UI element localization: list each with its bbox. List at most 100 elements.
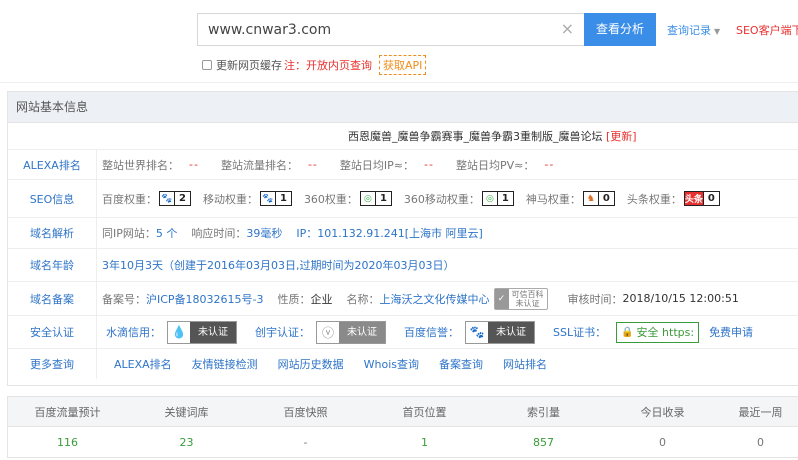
more-link-rank[interactable]: 网站排名	[503, 356, 547, 372]
security-content: 水滴信用： 💧 未认证 创宇认证： ⓥ 未认证 百度信誉： 🐾 未认证 SSL证书： …	[96, 320, 753, 344]
alexa-label[interactable]: ALEXA排名	[8, 157, 96, 173]
stats-header-cell: 今日收录	[640, 405, 685, 419]
so360-mobile-weight-badge[interactable]: ◎ 1	[481, 191, 514, 206]
more-label[interactable]: 更多查询	[8, 356, 96, 372]
so360-weight-badge[interactable]: ◎ 1	[359, 191, 392, 206]
cache-row: 更新网页缓存 注：开放内页查询 获取API	[202, 55, 427, 75]
stats-header-cell: 最近一周	[738, 405, 783, 419]
alexa-traffic-label: 整站流量排名：	[220, 158, 298, 172]
get-api-button[interactable]: 获取API	[379, 55, 427, 75]
seo-label[interactable]: SEO信息	[8, 191, 96, 207]
same-ip-label: 同IP网站：	[102, 227, 156, 240]
security-row: 安全认证 水滴信用： 💧 未认证 创宇认证： ⓥ 未认证 百度信誉： 🐾 未认证 SS…	[8, 316, 798, 349]
response-time-label: 响应时间：	[191, 227, 247, 240]
more-link-history[interactable]: 网站历史数据	[278, 356, 344, 372]
shenma-icon: ♞	[586, 193, 595, 204]
stats-value-cell[interactable]: 1	[365, 436, 484, 449]
search-box: ×	[197, 13, 584, 46]
more-link-alexa[interactable]: ALEXA排名	[114, 356, 172, 372]
update-cache-checkbox[interactable]	[202, 60, 212, 70]
water-drop-icon: 💧	[168, 321, 190, 343]
shuidi-badge[interactable]: 💧 未认证	[167, 320, 237, 344]
mobile-weight-label: 移动权重：	[202, 192, 258, 206]
domain-row: 域名解析 同IP网站： 5 个 响应时间： 39毫秒 IP：101.132.91…	[8, 218, 798, 249]
same-ip-value[interactable]: 5 个	[156, 225, 178, 241]
shield-v-icon: ⓥ	[317, 321, 339, 343]
row-separator	[96, 249, 97, 281]
so360-mobile-weight-label: 360移动权重：	[403, 192, 480, 206]
ssl-badge-text: 安全 https:	[636, 326, 695, 339]
update-link[interactable]: [更新]	[606, 130, 637, 143]
shenma-weight-badge[interactable]: ♞ 0	[582, 191, 615, 206]
domain-label[interactable]: 域名解析	[8, 225, 96, 241]
toutiao-icon: 头条	[684, 192, 703, 205]
icp-nature-value: 企业	[310, 292, 333, 306]
search-input[interactable]	[198, 14, 548, 45]
more-row: 更多查询 ALEXA排名 友情链接检测 网站历史数据 Whois查询 备案查询 …	[8, 349, 798, 379]
shuidi-status: 未认证	[190, 321, 236, 343]
row-separator	[96, 218, 97, 248]
analyze-button[interactable]: 查看分析	[584, 13, 656, 46]
icp-content: 备案号： 沪ICP备18032615号-3 性质： 企业 名称： 上海沃之文化传…	[96, 287, 739, 310]
mobile-weight-value: 1	[274, 192, 291, 205]
clear-icon[interactable]: ×	[561, 20, 574, 38]
stats-table: 百度流量预计 关键词库 百度快照 首页位置 索引量 今日收录 最近一周 116 …	[7, 396, 798, 458]
domain-age-row: 域名年龄 3年10月3天（创建于2016年03月03日,过期时间为2020年03…	[8, 249, 798, 282]
stats-header-cell: 百度流量预计	[34, 405, 101, 419]
alexa-pv-label: 整站日均PV≈：	[455, 158, 535, 172]
more-link-whois[interactable]: Whois查询	[364, 356, 419, 372]
stats-header-cell: 关键词库	[164, 405, 209, 419]
alexa-traffic-value: --	[307, 158, 318, 171]
so360-mobile-weight-value: 1	[496, 192, 513, 205]
domain-content: 同IP网站： 5 个 响应时间： 39毫秒 IP：101.132.91.241[…	[96, 225, 483, 241]
so360-icon: ◎	[364, 193, 372, 204]
alexa-ip-label: 整站日均IP≈：	[339, 158, 415, 172]
alexa-pv-value: --	[544, 158, 555, 171]
more-link-icp[interactable]: 备案查询	[439, 356, 483, 372]
baidu-weight-value: 2	[174, 192, 190, 205]
so360-weight-value: 1	[374, 192, 391, 205]
chuangshi-label: 创宇认证：	[255, 326, 310, 339]
baidu-credit-badge[interactable]: 🐾 未认证	[465, 320, 535, 344]
more-links: ALEXA排名 友情链接检测 网站历史数据 Whois查询 备案查询 网站排名	[96, 356, 567, 372]
toutiao-weight-value: 0	[702, 192, 719, 205]
shenma-weight-label: 神马权重：	[525, 192, 581, 206]
icp-row: 域名备案 备案号： 沪ICP备18032615号-3 性质： 企业 名称： 上海…	[8, 282, 798, 316]
icp-number-value[interactable]: 沪ICP备18032615号-3	[146, 291, 264, 307]
free-apply-link[interactable]: 免费申请	[709, 324, 753, 340]
trust-line1: 可信百科	[511, 289, 544, 299]
baidu-weight-badge[interactable]: 🐾 2	[159, 191, 191, 206]
row-separator	[96, 349, 97, 379]
stats-value-cell[interactable]: 23	[127, 436, 246, 449]
ssl-badge[interactable]: 🔒 安全 https:	[616, 321, 700, 343]
chuangshi-badge[interactable]: ⓥ 未认证	[316, 320, 386, 344]
ip-info[interactable]: IP：101.132.91.241[上海市 阿里云]	[296, 225, 482, 241]
icp-label[interactable]: 域名备案	[8, 291, 96, 307]
stats-value-cell: -	[303, 435, 308, 449]
so360-weight-label: 360权重：	[303, 192, 358, 206]
paw-icon: 🐾	[262, 193, 274, 204]
toutiao-weight-badge[interactable]: 头条 0	[683, 191, 720, 206]
stats-value-cell[interactable]: 857	[484, 436, 603, 449]
more-link-friend[interactable]: 友情链接检测	[192, 356, 258, 372]
alexa-ip-value: --	[424, 158, 434, 171]
seo-client-download-link[interactable]: SEO客户端下	[736, 22, 798, 38]
icp-nature-label: 性质：	[277, 292, 311, 306]
security-label[interactable]: 安全认证	[8, 324, 96, 340]
toutiao-weight-label: 头条权重：	[626, 192, 682, 206]
row-separator	[96, 282, 97, 315]
mobile-weight-badge[interactable]: 🐾 1	[259, 191, 292, 206]
trust-baike-badge[interactable]: ✓ 可信百科 未认证	[493, 287, 548, 310]
caret-down-icon: ▼	[714, 27, 721, 36]
row-separator	[96, 316, 97, 348]
inner-page-note: 注：开放内页查询	[284, 59, 372, 72]
baidu-weight-label: 百度权重：	[102, 192, 157, 206]
domain-age-label[interactable]: 域名年龄	[8, 257, 96, 273]
query-history-dropdown[interactable]: 查询记录 ▼	[667, 22, 720, 38]
audit-time-label: 审核时间：	[567, 292, 623, 306]
alexa-content: 整站世界排名： -- 整站流量排名： -- 整站日均IP≈： -- 整站日均PV≈： -…	[96, 157, 576, 173]
site-title: 西恩魔兽_魔兽争霸赛事_魔兽争霸3重制版_魔兽论坛	[348, 130, 603, 143]
update-cache-label: 更新网页缓存	[216, 59, 282, 72]
baidu-credit-status: 未认证	[488, 321, 534, 343]
stats-value-cell[interactable]: 116	[8, 436, 127, 449]
